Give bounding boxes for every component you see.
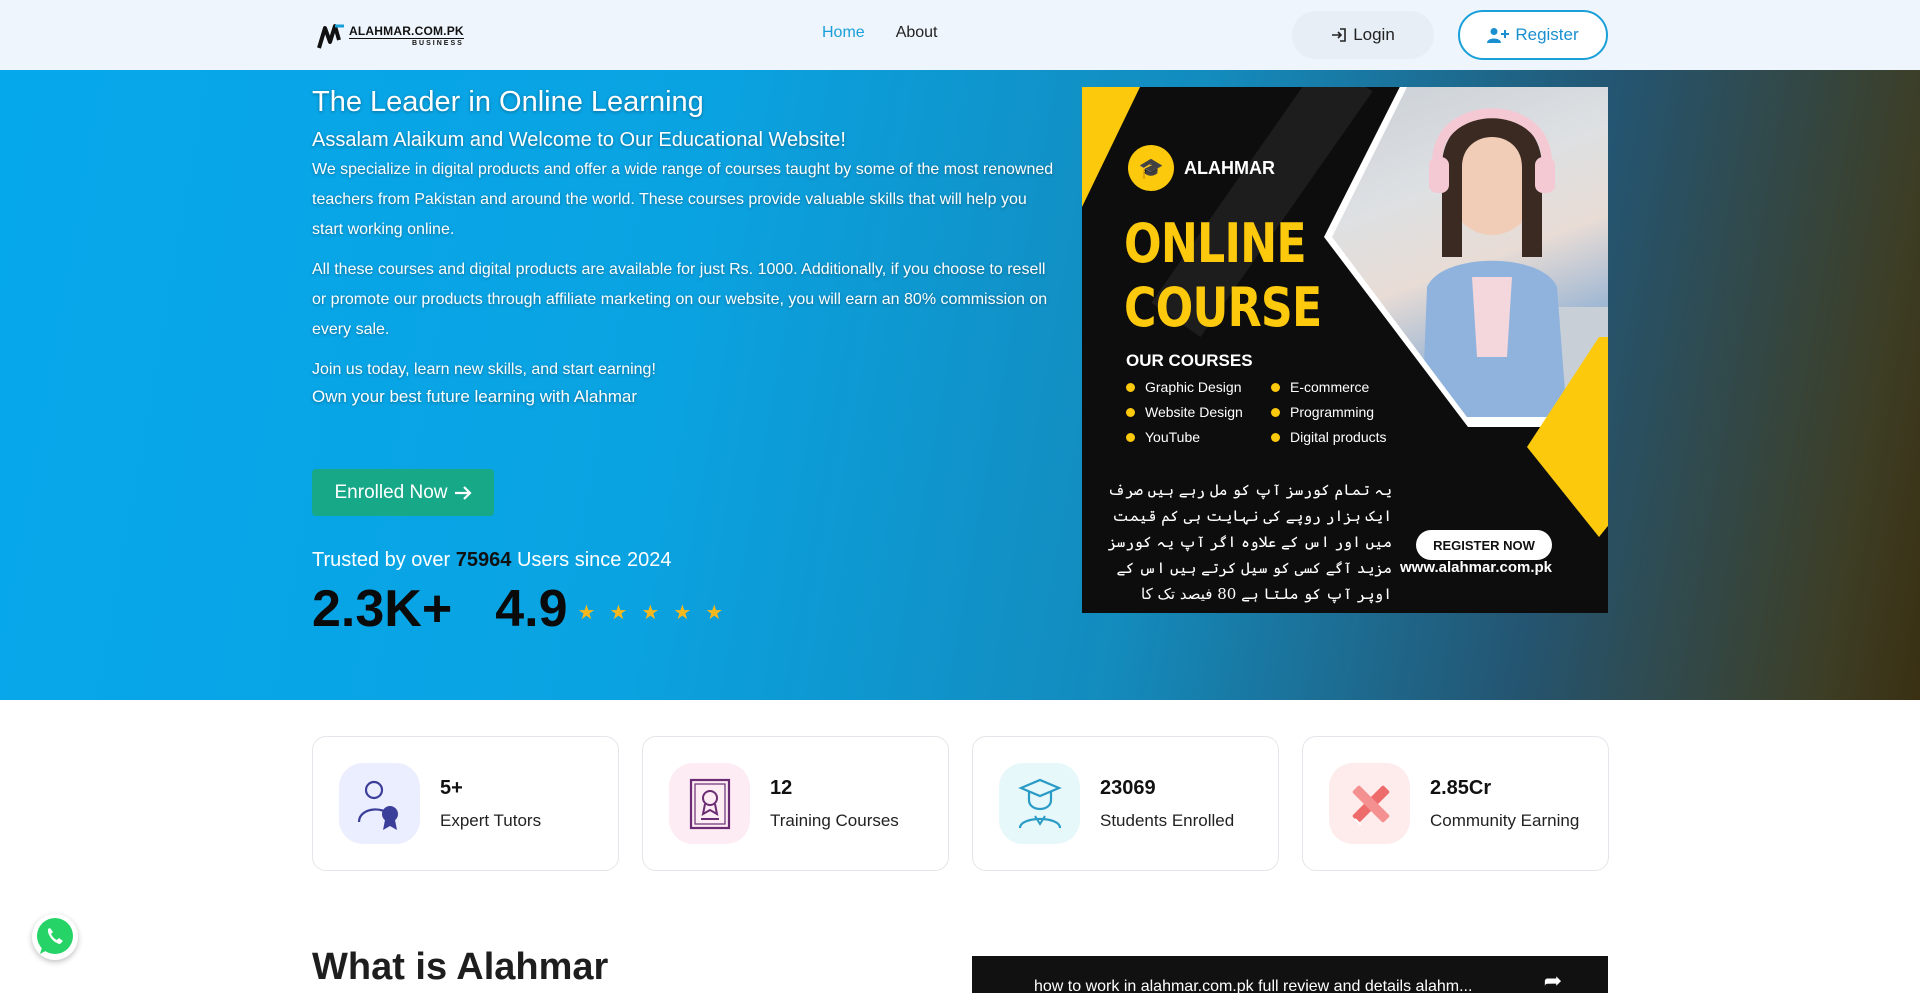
nav-about[interactable]: About	[896, 24, 938, 42]
student-illustration	[1422, 108, 1608, 417]
login-label: Login	[1353, 25, 1395, 44]
star-icon: ★	[673, 601, 692, 624]
promo-course-item: Programming	[1271, 404, 1411, 420]
hero-paragraph-1: We specialize in digital products and of…	[312, 161, 1054, 238]
promo-course-list: Graphic Design E-commerce Website Design…	[1126, 379, 1411, 445]
bullet-icon	[1271, 432, 1280, 442]
bullet-icon	[1126, 407, 1135, 417]
promo-heading-line-2: COURSE	[1124, 276, 1322, 339]
stat-value: 2.85Cr	[1430, 777, 1492, 799]
logo-sub-text: BUSINESS	[412, 40, 464, 47]
enroll-label: Enrolled Now	[334, 481, 448, 503]
promo-course-item: E-commerce	[1271, 379, 1411, 395]
stat-value: 5+	[440, 777, 463, 799]
whatsapp-icon	[37, 918, 73, 954]
stat-label: Expert Tutors	[440, 811, 542, 830]
promo-courses-title: OUR COURSES	[1126, 351, 1253, 370]
site-logo[interactable]: ALAHMAR.COM.PK BUSINESS	[317, 22, 464, 50]
users-stat: 2.3K+	[312, 580, 453, 638]
hero-paragraph-3: Join us today, learn new skills, and sta…	[312, 361, 656, 378]
stat-label: Students Enrolled	[1100, 811, 1235, 830]
hero-stats: 2.3K+ 4.9 ★ ★ ★ ★ ★	[312, 583, 723, 635]
promo-course-item: YouTube	[1126, 429, 1271, 445]
enroll-now-button[interactable]: Enrolled Now	[312, 469, 494, 516]
video-embed[interactable]: how to work in alahmar.com.pk full revie…	[972, 956, 1608, 993]
promo-banner: 🎓 ALAHMAR ONLINE COURSE OUR COURSES Grap…	[1082, 87, 1608, 613]
nav-home[interactable]: Home	[822, 24, 865, 42]
login-button[interactable]: Login	[1292, 11, 1434, 59]
rating-stat: 4.9	[495, 580, 568, 638]
hero-subtitle: Assalam Alaikum and Welcome to Our Educa…	[312, 129, 846, 151]
hero-paragraph-2: All these courses and digital products a…	[312, 261, 1048, 338]
promo-logo: 🎓 ALAHMAR	[1128, 145, 1275, 191]
promo-photo	[1332, 87, 1608, 417]
promo-course-item: Website Design	[1126, 404, 1271, 420]
share-icon[interactable]: ➦	[1544, 968, 1562, 993]
promo-course-item: Digital products	[1271, 429, 1411, 445]
register-button[interactable]: Register	[1458, 10, 1608, 60]
hero-title: The Leader in Online Learning	[312, 86, 704, 118]
stat-label: Training Courses	[770, 811, 899, 830]
nav-links: Home About	[822, 24, 938, 42]
bullet-icon	[1126, 432, 1135, 442]
stat-value: 12	[770, 777, 793, 799]
bullet-icon	[1271, 382, 1280, 392]
star-icon: ★	[705, 601, 724, 624]
promo-urdu-text: یہ تمام کورسز آپ کو مل رہے ہیں صرف ایک ہ…	[1107, 481, 1392, 613]
login-icon	[1332, 28, 1346, 42]
star-icon: ★	[609, 601, 628, 624]
promo-register-badge: REGISTER NOW	[1416, 530, 1552, 560]
certificate-icon	[669, 763, 750, 844]
trusted-prefix: Trusted by over	[312, 549, 451, 571]
star-icon: ★	[577, 601, 596, 624]
hero-section: The Leader in Online Learning Assalam Al…	[0, 70, 1920, 700]
rating-stars: ★ ★ ★ ★ ★	[578, 600, 724, 625]
graduation-cap-icon: 🎓	[1128, 145, 1174, 191]
arrow-right-icon	[454, 485, 472, 500]
stat-card-students: 23069 Students Enrolled	[972, 736, 1279, 871]
hero-tagline: Own your best future learning with Alahm…	[312, 387, 638, 406]
promo-course-item: Graphic Design	[1126, 379, 1271, 395]
whatsapp-button[interactable]	[32, 914, 78, 960]
trusted-text: Trusted by over 75964 Users since 2024	[312, 549, 671, 572]
star-icon: ★	[641, 601, 660, 624]
promo-brand: ALAHMAR	[1184, 157, 1275, 178]
graduate-icon	[999, 763, 1080, 844]
bullet-icon	[1126, 382, 1135, 392]
trusted-suffix: Users since 2024	[516, 549, 672, 571]
stat-label: Community Earning	[1430, 811, 1580, 830]
navbar: ALAHMAR.COM.PK BUSINESS Home About Login…	[0, 0, 1920, 70]
video-title[interactable]: how to work in alahmar.com.pk full revie…	[1034, 978, 1472, 993]
about-title: What is Alahmar	[312, 946, 609, 988]
tools-icon	[1329, 763, 1410, 844]
hero-text: The Leader in Online Learning Assalam Al…	[312, 84, 1062, 409]
logo-mark-icon	[317, 24, 344, 49]
promo-url: www.alahmar.com.pk	[1400, 559, 1552, 576]
bullet-icon	[1271, 407, 1280, 417]
tutor-icon	[339, 763, 420, 844]
stat-card-earning: 2.85Cr Community Earning	[1302, 736, 1609, 871]
register-label: Register	[1515, 25, 1579, 44]
user-plus-icon	[1487, 28, 1510, 43]
stat-card-courses: 12 Training Courses	[642, 736, 949, 871]
trusted-count: 75964	[455, 549, 512, 571]
stat-value: 23069	[1100, 777, 1156, 799]
promo-heading-line-1: ONLINE	[1124, 212, 1307, 275]
logo-main-text: ALAHMAR.COM.PK	[349, 24, 464, 39]
promo-heading: ONLINE COURSE	[1124, 212, 1322, 340]
stat-card-tutors: 5+ Expert Tutors	[312, 736, 619, 871]
